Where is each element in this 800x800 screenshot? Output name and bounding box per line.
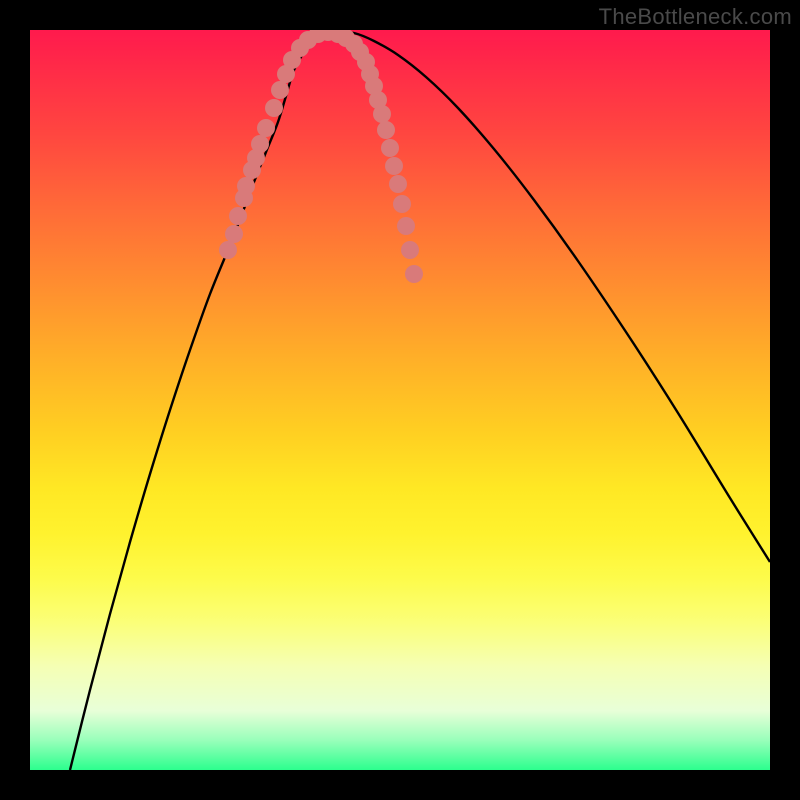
cluster-dot bbox=[389, 175, 407, 193]
cluster-dot bbox=[405, 265, 423, 283]
watermark-text: TheBottleneck.com bbox=[599, 4, 792, 30]
plot-area bbox=[30, 30, 770, 770]
cluster-dot bbox=[237, 177, 255, 195]
cluster-dot bbox=[229, 207, 247, 225]
curve-overlay bbox=[30, 30, 770, 770]
cluster-dot bbox=[385, 157, 403, 175]
cluster-dot bbox=[377, 121, 395, 139]
cluster-dot bbox=[251, 135, 269, 153]
cluster-dot bbox=[393, 195, 411, 213]
cluster-dot bbox=[373, 105, 391, 123]
cluster-dot bbox=[265, 99, 283, 117]
bottleneck-curve bbox=[70, 32, 770, 770]
cluster-dot bbox=[401, 241, 419, 259]
cluster-dot bbox=[219, 241, 237, 259]
cluster-dot bbox=[225, 225, 243, 243]
cluster-dot bbox=[257, 119, 275, 137]
cluster-dot bbox=[271, 81, 289, 99]
chart-frame: TheBottleneck.com bbox=[0, 0, 800, 800]
cluster-dot bbox=[381, 139, 399, 157]
dot-cluster bbox=[219, 30, 423, 283]
cluster-dot bbox=[397, 217, 415, 235]
